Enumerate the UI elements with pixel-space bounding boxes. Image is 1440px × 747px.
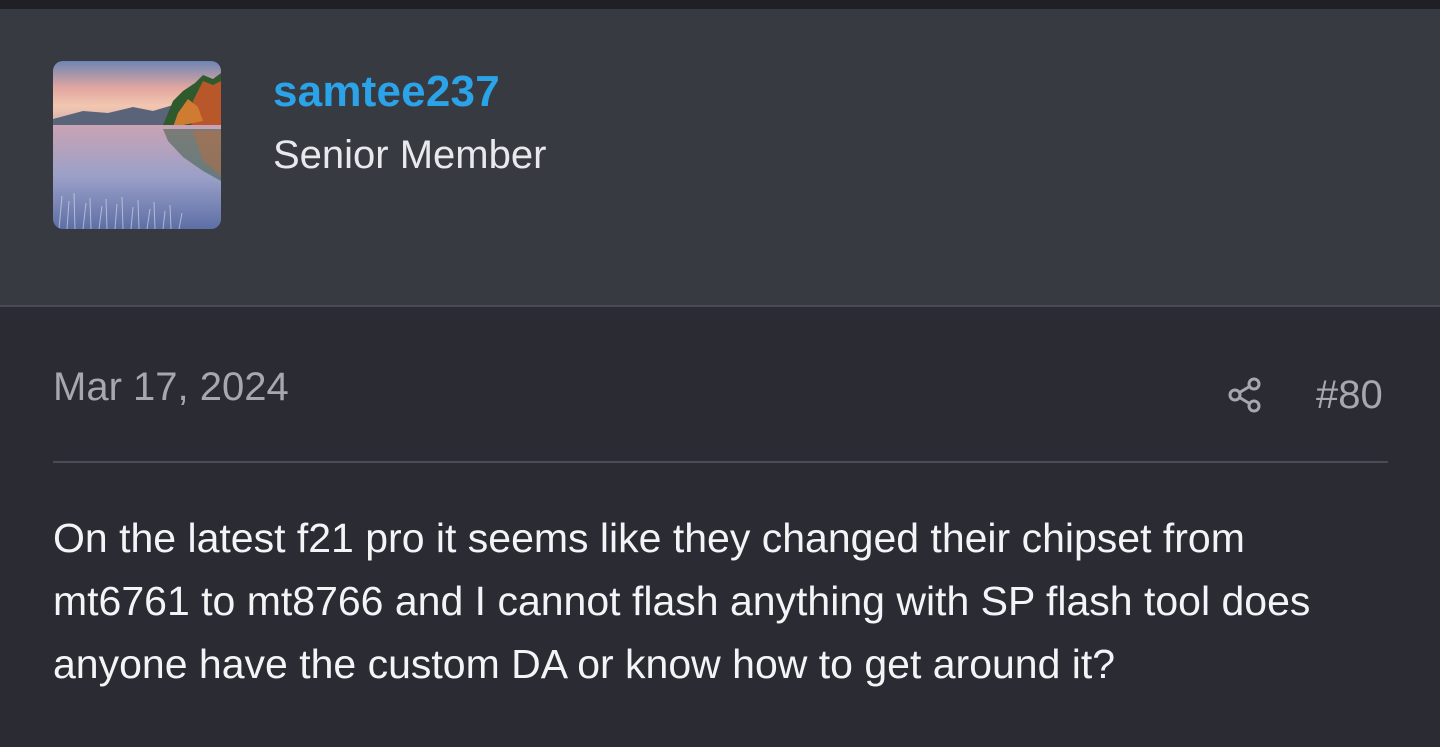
post-number-link[interactable]: #80 xyxy=(1316,373,1383,418)
avatar[interactable] xyxy=(53,61,221,229)
user-header: samtee237 Senior Member xyxy=(0,9,1440,307)
share-icon[interactable] xyxy=(1225,375,1265,415)
post-message: On the latest f21 pro it seems like they… xyxy=(53,515,1311,687)
post-body: Mar 17, 2024 #80 On the latest f21 pro i… xyxy=(0,307,1440,747)
avatar-image xyxy=(53,61,221,229)
username-link[interactable]: samtee237 xyxy=(273,67,500,117)
top-strip xyxy=(0,0,1440,9)
user-title: Senior Member xyxy=(273,133,547,177)
post-date[interactable]: Mar 17, 2024 xyxy=(53,365,289,410)
post-divider xyxy=(53,461,1388,463)
